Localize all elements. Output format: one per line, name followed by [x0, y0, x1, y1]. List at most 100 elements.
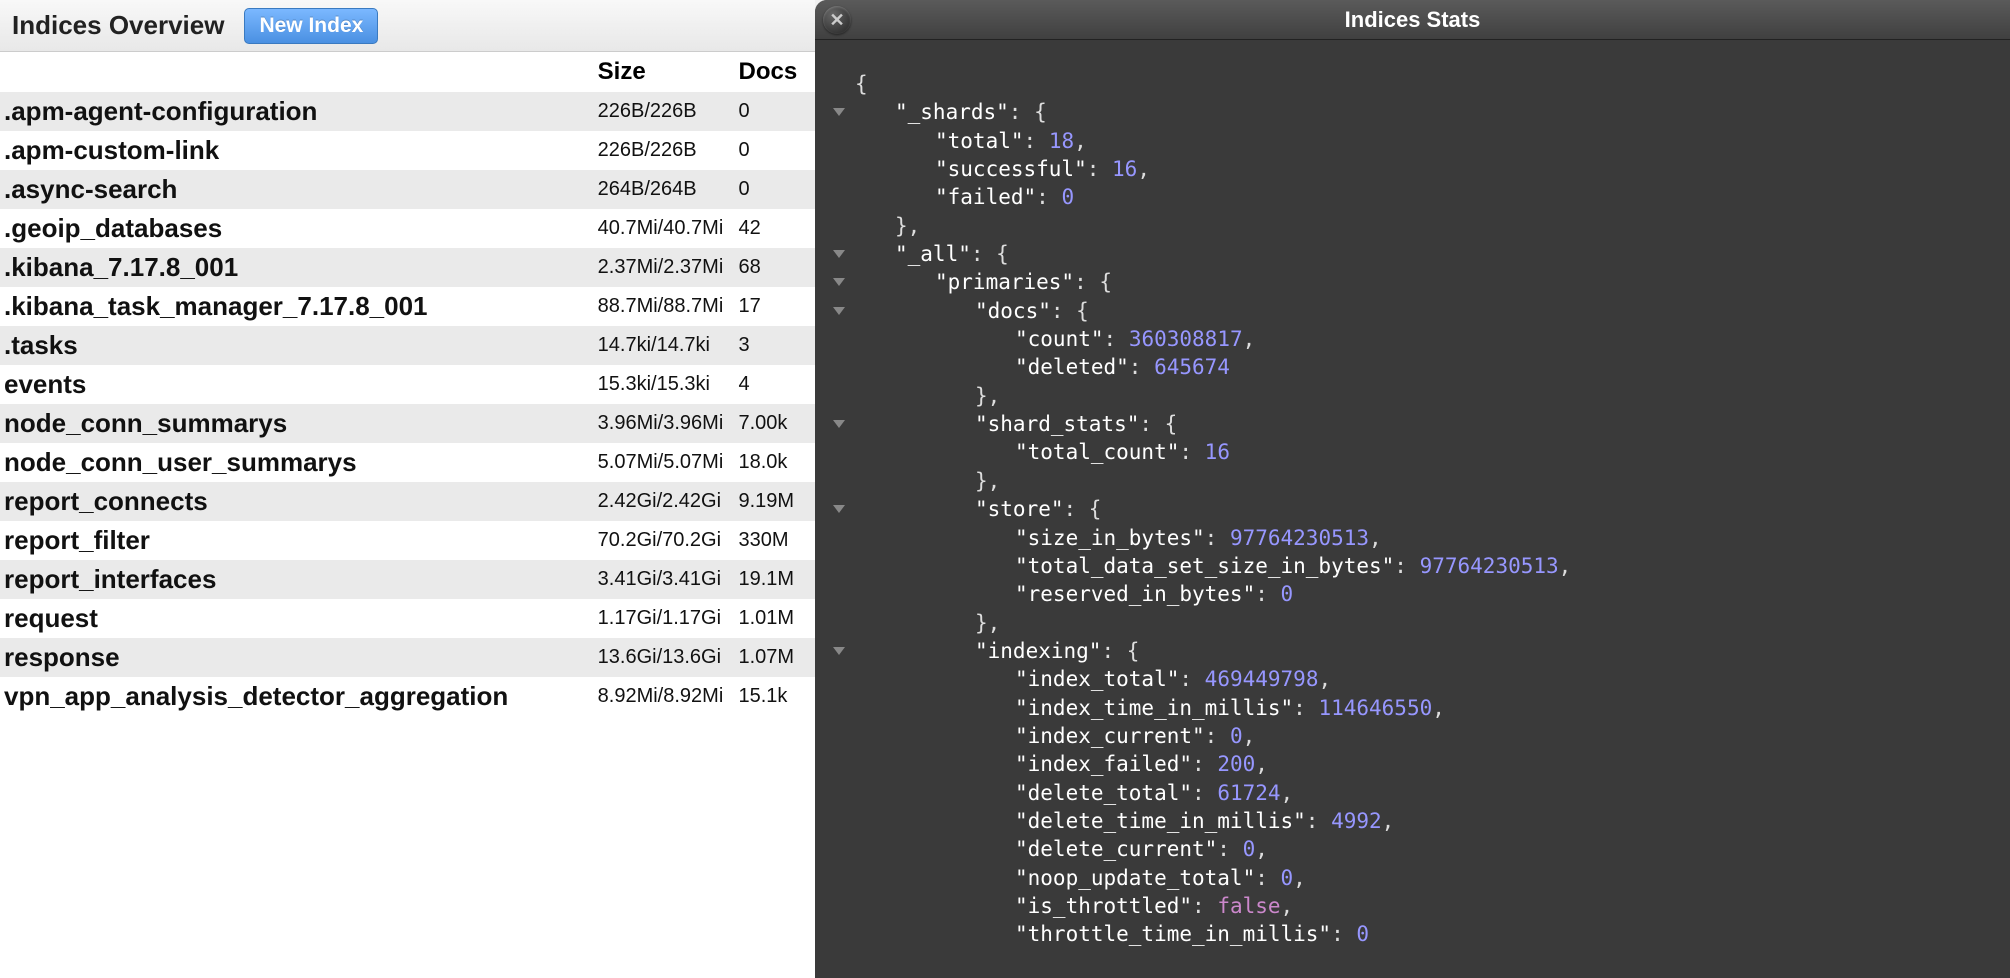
col-header-docs[interactable]: Docs: [735, 52, 816, 92]
json-token-punc: :: [1179, 667, 1204, 691]
table-row[interactable]: .tasks14.7ki/14.7ki3: [0, 326, 815, 365]
table-row[interactable]: .apm-custom-link226B/226B0: [0, 131, 815, 170]
index-name[interactable]: .kibana_7.17.8_001: [0, 248, 594, 287]
index-docs: 3: [735, 326, 816, 365]
json-token-k: "shard_stats": [975, 412, 1139, 436]
expand-toggle[interactable]: [833, 495, 849, 523]
index-docs: 330M: [735, 521, 816, 560]
col-header-size[interactable]: Size: [594, 52, 735, 92]
index-name[interactable]: vpn_app_analysis_detector_aggregation: [0, 677, 594, 716]
expand-toggle[interactable]: [833, 240, 849, 268]
table-row[interactable]: .geoip_databases40.7Mi/40.7Mi42: [0, 209, 815, 248]
index-size: 14.7ki/14.7ki: [594, 326, 735, 365]
index-name[interactable]: .apm-custom-link: [0, 131, 594, 170]
index-name[interactable]: events: [0, 365, 594, 404]
index-docs: 1.07M: [735, 638, 816, 677]
index-name[interactable]: .geoip_databases: [0, 209, 594, 248]
json-line: "store": {: [855, 495, 1990, 523]
json-token-k: "index_failed": [1015, 752, 1192, 776]
table-row[interactable]: response13.6Gi/13.6Gi1.07M: [0, 638, 815, 677]
index-name[interactable]: node_conn_summarys: [0, 404, 594, 443]
index-name[interactable]: .kibana_task_manager_7.17.8_001: [0, 287, 594, 326]
json-token-num: 97764230513: [1230, 526, 1369, 550]
table-row[interactable]: .apm-agent-configuration226B/226B0: [0, 92, 815, 131]
index-name[interactable]: .tasks: [0, 326, 594, 365]
json-token-punc: ,: [1432, 696, 1445, 720]
json-token-punc: : {: [1074, 270, 1112, 294]
json-token-k: "successful": [935, 157, 1087, 181]
index-name[interactable]: .apm-agent-configuration: [0, 92, 594, 131]
json-line: "_shards": {: [855, 98, 1990, 126]
json-token-punc: ,: [1243, 327, 1256, 351]
expand-toggle[interactable]: [833, 297, 849, 325]
json-token-punc: :: [1104, 327, 1129, 351]
json-token-punc: ,: [1369, 526, 1382, 550]
json-line: "delete_total": 61724,: [855, 779, 1990, 807]
json-token-num: 0: [1281, 866, 1294, 890]
json-token-punc: : {: [1051, 299, 1089, 323]
json-token-punc: :: [1129, 355, 1154, 379]
json-token-punc: :: [1205, 724, 1230, 748]
stats-panel-title: Indices Stats: [1345, 7, 1481, 33]
expand-toggle[interactable]: [833, 98, 849, 126]
json-token-num: 469449798: [1205, 667, 1319, 691]
close-button[interactable]: ✕: [823, 6, 851, 34]
table-row[interactable]: report_filter70.2Gi/70.2Gi330M: [0, 521, 815, 560]
chevron-down-icon: [833, 420, 845, 428]
expand-toggle[interactable]: [833, 410, 849, 438]
table-row[interactable]: node_conn_user_summarys5.07Mi/5.07Mi18.0…: [0, 443, 815, 482]
table-row[interactable]: .kibana_task_manager_7.17.8_00188.7Mi/88…: [0, 287, 815, 326]
json-token-num: 114646550: [1318, 696, 1432, 720]
json-token-k: "index_time_in_millis": [1015, 696, 1293, 720]
json-line: "size_in_bytes": 97764230513,: [855, 524, 1990, 552]
index-size: 226B/226B: [594, 131, 735, 170]
chevron-down-icon: [833, 108, 845, 116]
json-token-punc: :: [1024, 129, 1049, 153]
index-name[interactable]: response: [0, 638, 594, 677]
index-size: 40.7Mi/40.7Mi: [594, 209, 735, 248]
index-docs: 1.01M: [735, 599, 816, 638]
json-tree-view[interactable]: {"_shards": {"total": 18,"successful": 1…: [815, 40, 2010, 978]
json-token-k: "failed": [935, 185, 1036, 209]
expand-toggle[interactable]: [833, 637, 849, 665]
index-docs: 9.19M: [735, 482, 816, 521]
json-line: "count": 360308817,: [855, 325, 1990, 353]
expand-toggle[interactable]: [833, 268, 849, 296]
json-token-num: 4992: [1331, 809, 1382, 833]
json-line: "delete_current": 0,: [855, 835, 1990, 863]
table-row[interactable]: events15.3ki/15.3ki4: [0, 365, 815, 404]
index-size: 264B/264B: [594, 170, 735, 209]
table-row[interactable]: report_interfaces3.41Gi/3.41Gi19.1M: [0, 560, 815, 599]
table-row[interactable]: .kibana_7.17.8_0012.37Mi/2.37Mi68: [0, 248, 815, 287]
json-line: "failed": 0: [855, 183, 1990, 211]
table-row[interactable]: .async-search264B/264B0: [0, 170, 815, 209]
json-line: {: [855, 70, 1990, 98]
json-token-k: "delete_current": [1015, 837, 1217, 861]
table-row[interactable]: node_conn_summarys3.96Mi/3.96Mi7.00k: [0, 404, 815, 443]
index-docs: 15.1k: [735, 677, 816, 716]
index-name[interactable]: node_conn_user_summarys: [0, 443, 594, 482]
index-name[interactable]: report_interfaces: [0, 560, 594, 599]
index-name[interactable]: report_connects: [0, 482, 594, 521]
json-line: "deleted": 645674: [855, 353, 1990, 381]
json-token-punc: :: [1255, 866, 1280, 890]
new-index-button[interactable]: New Index: [244, 8, 378, 44]
json-token-punc: ,: [1243, 724, 1256, 748]
json-token-punc: ,: [1281, 781, 1294, 805]
index-name[interactable]: .async-search: [0, 170, 594, 209]
json-token-k: "throttle_time_in_millis": [1015, 922, 1331, 946]
index-name[interactable]: request: [0, 599, 594, 638]
json-token-punc: :: [1306, 809, 1331, 833]
json-token-punc: ,: [1382, 809, 1395, 833]
json-line: "primaries": {: [855, 268, 1990, 296]
json-token-punc: :: [1192, 752, 1217, 776]
json-token-num: 0: [1356, 922, 1369, 946]
table-row[interactable]: request1.17Gi/1.17Gi1.01M: [0, 599, 815, 638]
json-token-punc: ,: [1559, 554, 1572, 578]
table-row[interactable]: vpn_app_analysis_detector_aggregation8.9…: [0, 677, 815, 716]
index-name[interactable]: report_filter: [0, 521, 594, 560]
json-line: "total_data_set_size_in_bytes": 97764230…: [855, 552, 1990, 580]
index-size: 3.96Mi/3.96Mi: [594, 404, 735, 443]
table-row[interactable]: report_connects2.42Gi/2.42Gi9.19M: [0, 482, 815, 521]
indices-overview-panel: Indices Overview New Index Size Docs .ap…: [0, 0, 815, 978]
